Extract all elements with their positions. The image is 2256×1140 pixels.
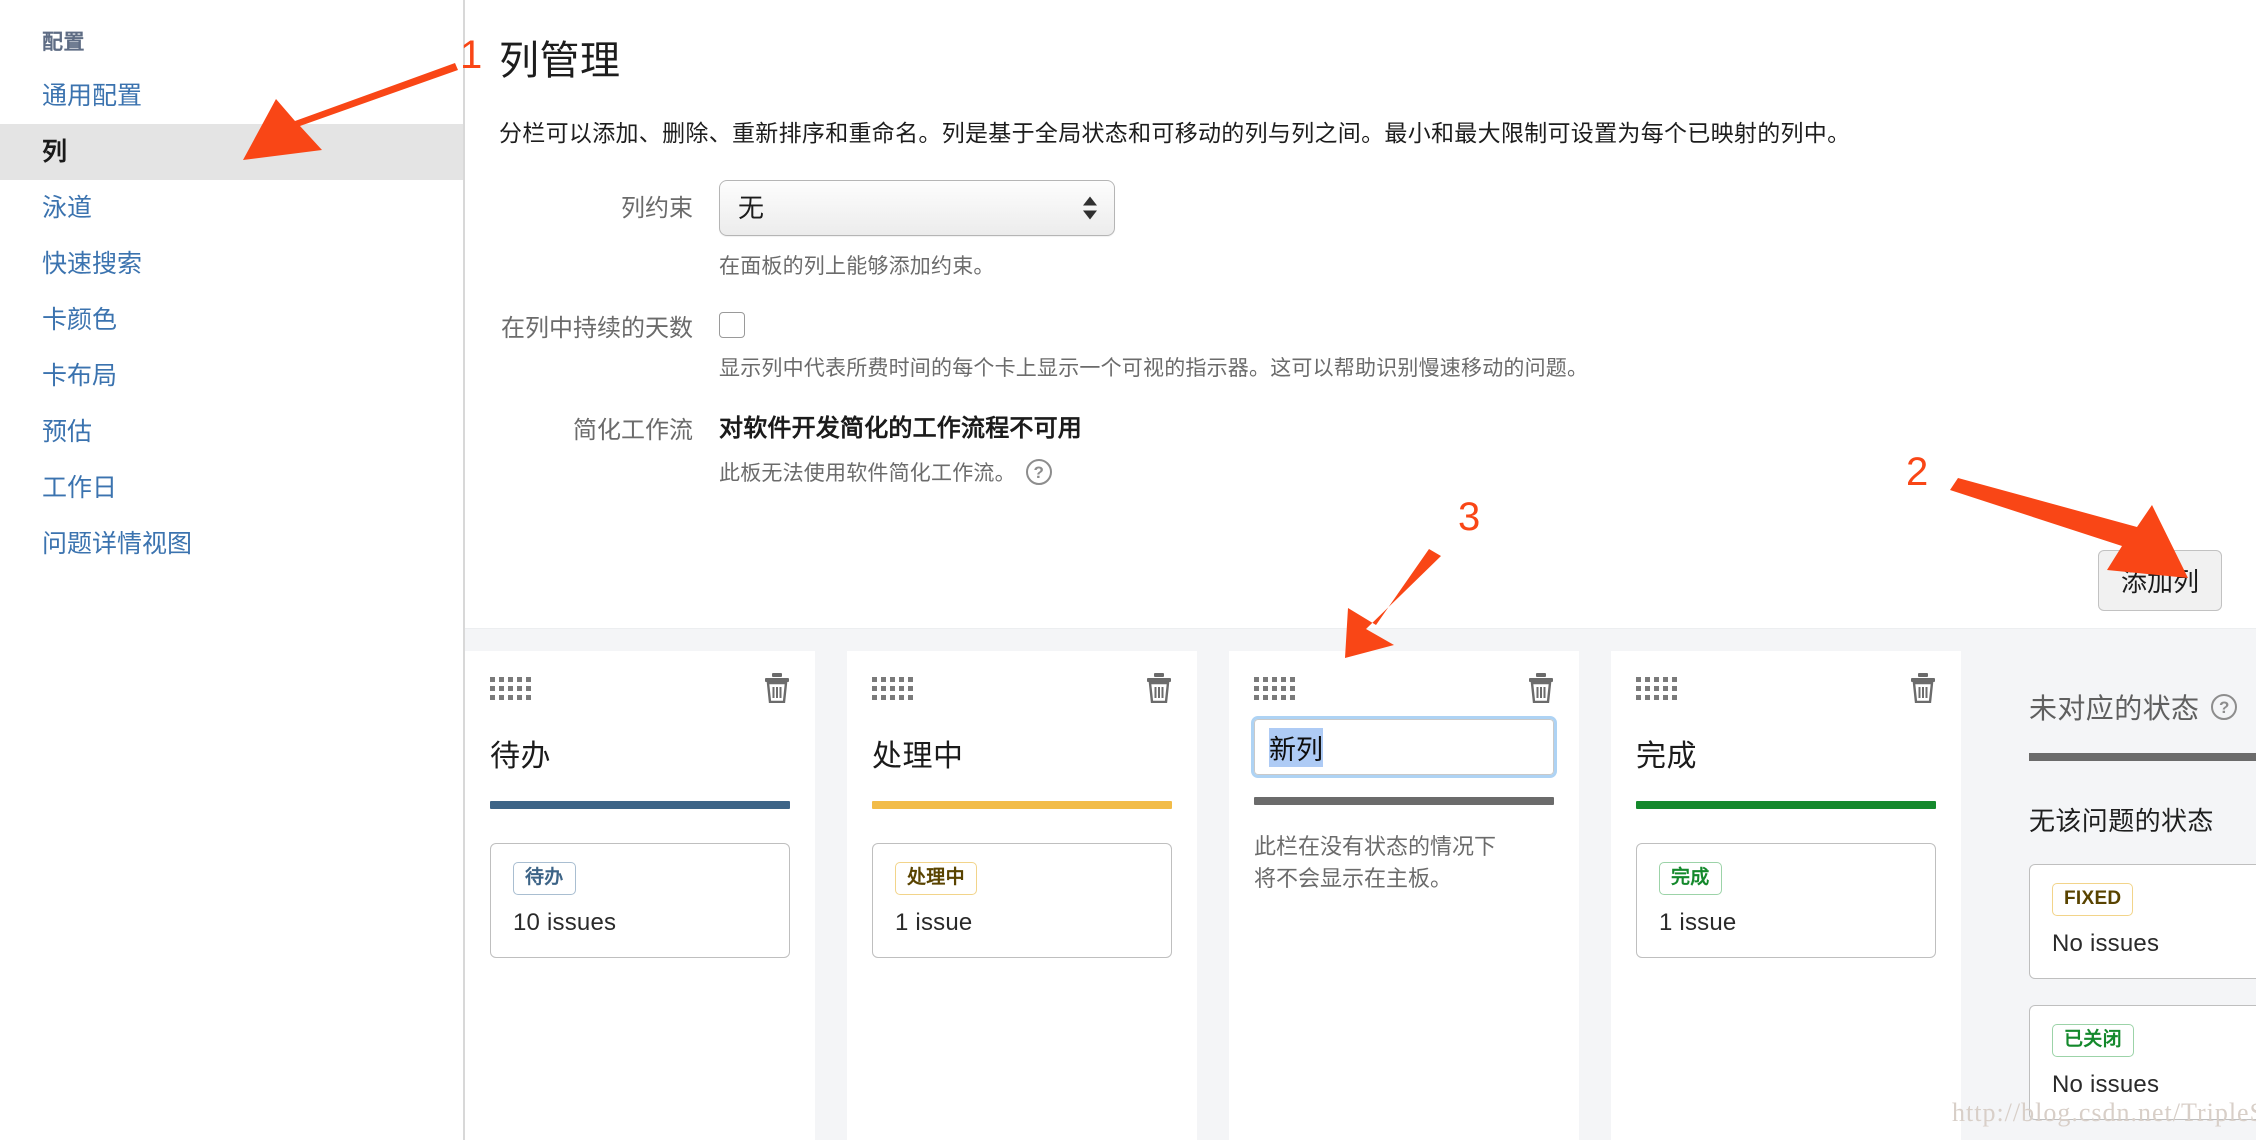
board-column[interactable]: 完成 完成 1 issue (1611, 651, 1961, 1140)
drag-handle-icon[interactable] (1636, 677, 1677, 700)
simplified-workflow-help: 此板无法使用软件简化工作流。 ? (719, 457, 1052, 487)
column-constraint-select[interactable]: 无 (719, 180, 1115, 236)
unmapped-color-bar (2029, 753, 2256, 761)
unmapped-subtitle: 无该问题的状态 (2029, 806, 2214, 836)
status-lozenge: 待办 (513, 862, 576, 895)
sidebar-item-card-layout[interactable]: 卡布局 (0, 348, 463, 404)
column-settings-form: 列约束 无 在面板的列上能够添加约束。 在列中持续的天数 显示列中代表所费时间的… (465, 180, 2256, 487)
column-name-input[interactable]: 新列 (1251, 716, 1557, 778)
simplified-workflow-help-text: 此板无法使用软件简化工作流。 (719, 462, 1016, 485)
status-card[interactable]: 处理中 1 issue (872, 843, 1172, 958)
column-color-bar (1254, 797, 1554, 805)
days-in-column-checkbox[interactable] (719, 312, 745, 338)
sidebar-item-swimlanes[interactable]: 泳道 (0, 180, 463, 236)
add-column-container: 添加列 (2097, 550, 2222, 611)
column-color-bar (1636, 801, 1936, 809)
trash-icon[interactable] (1146, 673, 1172, 704)
simplified-workflow-value: 对软件开发简化的工作流程不可用 (719, 415, 1082, 442)
column-header (1636, 673, 1936, 707)
sidebar-item-quick-filters[interactable]: 快速搜索 (0, 236, 463, 292)
columns-top-strip (465, 629, 2256, 651)
constraint-help-text: 在面板的列上能够添加约束。 (719, 255, 995, 278)
days-in-column-help-text: 显示列中代表所费时间的每个卡上显示一个可视的指示器。这可以帮助识别慢速移动的问题… (719, 357, 1589, 380)
column-header (490, 673, 790, 707)
constraint-label: 列约束 (621, 195, 693, 222)
form-row-constraint: 列约束 无 在面板的列上能够添加约束。 (499, 180, 2256, 280)
watermark: http://blog.csdn.net/TripleS_X (1952, 1098, 2256, 1127)
question-mark-icon[interactable]: ? (1025, 459, 1052, 485)
column-name-input-value: 新列 (1269, 727, 1323, 767)
trash-icon[interactable] (764, 673, 790, 704)
settings-sidebar: 配置 通用配置 列 泳道 快速搜索 卡颜色 卡布局 预估 工作日 问题详情视图 (0, 0, 465, 1140)
sidebar-item-estimation[interactable]: 预估 (0, 404, 463, 460)
columns-area: 待办 待办 10 issues 处理中 处理中 1 issue 新列 此栏在没有… (465, 628, 2256, 1140)
status-lozenge: FIXED (2052, 883, 2134, 916)
trash-icon[interactable] (1528, 673, 1554, 704)
status-lozenge: 完成 (1659, 862, 1722, 895)
status-issue-count: No issues (2052, 929, 2160, 957)
form-row-simplified-workflow: 简化工作流 对软件开发简化的工作流程不可用 此板无法使用软件简化工作流。 ? (499, 408, 2256, 487)
annotation-marker-3: 3 (1458, 495, 1481, 539)
column-name[interactable]: 处理中 (872, 731, 1172, 775)
drag-handle-icon[interactable] (1254, 677, 1295, 700)
sidebar-item-columns[interactable]: 列 (0, 124, 463, 180)
status-issue-count: 10 issues (513, 908, 617, 936)
column-color-bar (872, 801, 1172, 809)
main-content: 列管理 分栏可以添加、删除、重新排序和重命名。列是基于全局状态和可移动的列与列之… (465, 0, 2256, 1140)
status-issue-count: 1 issue (895, 908, 973, 936)
column-name[interactable]: 完成 (1636, 731, 1936, 775)
column-constraint-value: 无 (738, 193, 765, 223)
question-mark-icon[interactable]: ? (2211, 694, 2238, 720)
trash-icon[interactable] (1910, 673, 1936, 704)
sidebar-heading: 配置 (42, 31, 85, 54)
unmapped-title: 未对应的状态 ? (2029, 687, 2256, 727)
sidebar-item-working-days[interactable]: 工作日 (0, 460, 463, 516)
status-card[interactable]: FIXED No issues (2029, 864, 2256, 979)
sidebar-item-card-colors[interactable]: 卡颜色 (0, 292, 463, 348)
column-header (1254, 673, 1554, 707)
column-color-bar (490, 801, 790, 809)
status-card[interactable]: 完成 1 issue (1636, 843, 1936, 958)
status-card[interactable]: 待办 10 issues (490, 843, 790, 958)
status-lozenge: 处理中 (895, 862, 977, 895)
form-row-days-in-column: 在列中持续的天数 显示列中代表所费时间的每个卡上显示一个可视的指示器。这可以帮助… (499, 306, 2256, 382)
board-column[interactable]: 待办 待办 10 issues (465, 651, 815, 1140)
sidebar-item-issue-detail-view[interactable]: 问题详情视图 (0, 516, 463, 572)
columns-list: 待办 待办 10 issues 处理中 处理中 1 issue 新列 此栏在没有… (465, 651, 2256, 1140)
drag-handle-icon[interactable] (872, 677, 913, 700)
status-lozenge: 已关闭 (2052, 1023, 2134, 1057)
simplified-workflow-label: 简化工作流 (573, 417, 693, 444)
annotation-marker-2: 2 (1906, 450, 1929, 494)
column-header (872, 673, 1172, 707)
days-in-column-label: 在列中持续的天数 (501, 315, 693, 342)
add-column-button[interactable]: 添加列 (2097, 550, 2222, 611)
status-issue-count: No issues (2052, 1070, 2160, 1098)
sidebar-item-general[interactable]: 通用配置 (0, 68, 463, 124)
column-empty-note: 此栏在没有状态的情况下将不会显示在主板。 (1254, 834, 1497, 891)
status-issue-count: 1 issue (1659, 908, 1737, 936)
unmapped-title-text: 未对应的状态 (2029, 693, 2200, 724)
annotation-marker-1: 1 (460, 33, 483, 77)
page-title: 列管理 (499, 39, 621, 83)
page-description: 分栏可以添加、删除、重新排序和重命名。列是基于全局状态和可移动的列与列之间。最小… (499, 120, 1851, 146)
board-column[interactable]: 处理中 处理中 1 issue (847, 651, 1197, 1140)
chevron-updown-icon (1083, 196, 1097, 220)
board-column-new[interactable]: 新列 此栏在没有状态的情况下将不会显示在主板。 (1229, 651, 1579, 1140)
column-name[interactable]: 待办 (490, 731, 790, 775)
app-root: 配置 通用配置 列 泳道 快速搜索 卡颜色 卡布局 预估 工作日 问题详情视图 … (0, 0, 2256, 1140)
drag-handle-icon[interactable] (490, 677, 531, 700)
unmapped-statuses-panel: 未对应的状态 ? 无该问题的状态 FIXED No issues 已关闭 No … (1993, 651, 2256, 1140)
